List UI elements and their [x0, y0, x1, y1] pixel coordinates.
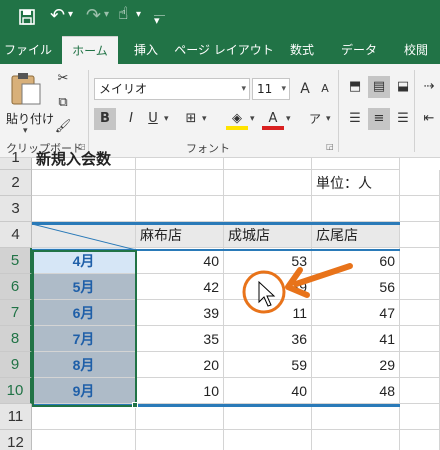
annotation-arrow: [293, 263, 353, 287]
excel-window: ↶ ▾ ↷ ▾ ☝ ▾ ＿ ▾ ファイル ホーム 挿入 ページ レイアウト 数式 …: [0, 0, 440, 450]
annotation-overlay: [242, 263, 353, 314]
mouse-pointer-icon: [258, 280, 276, 307]
